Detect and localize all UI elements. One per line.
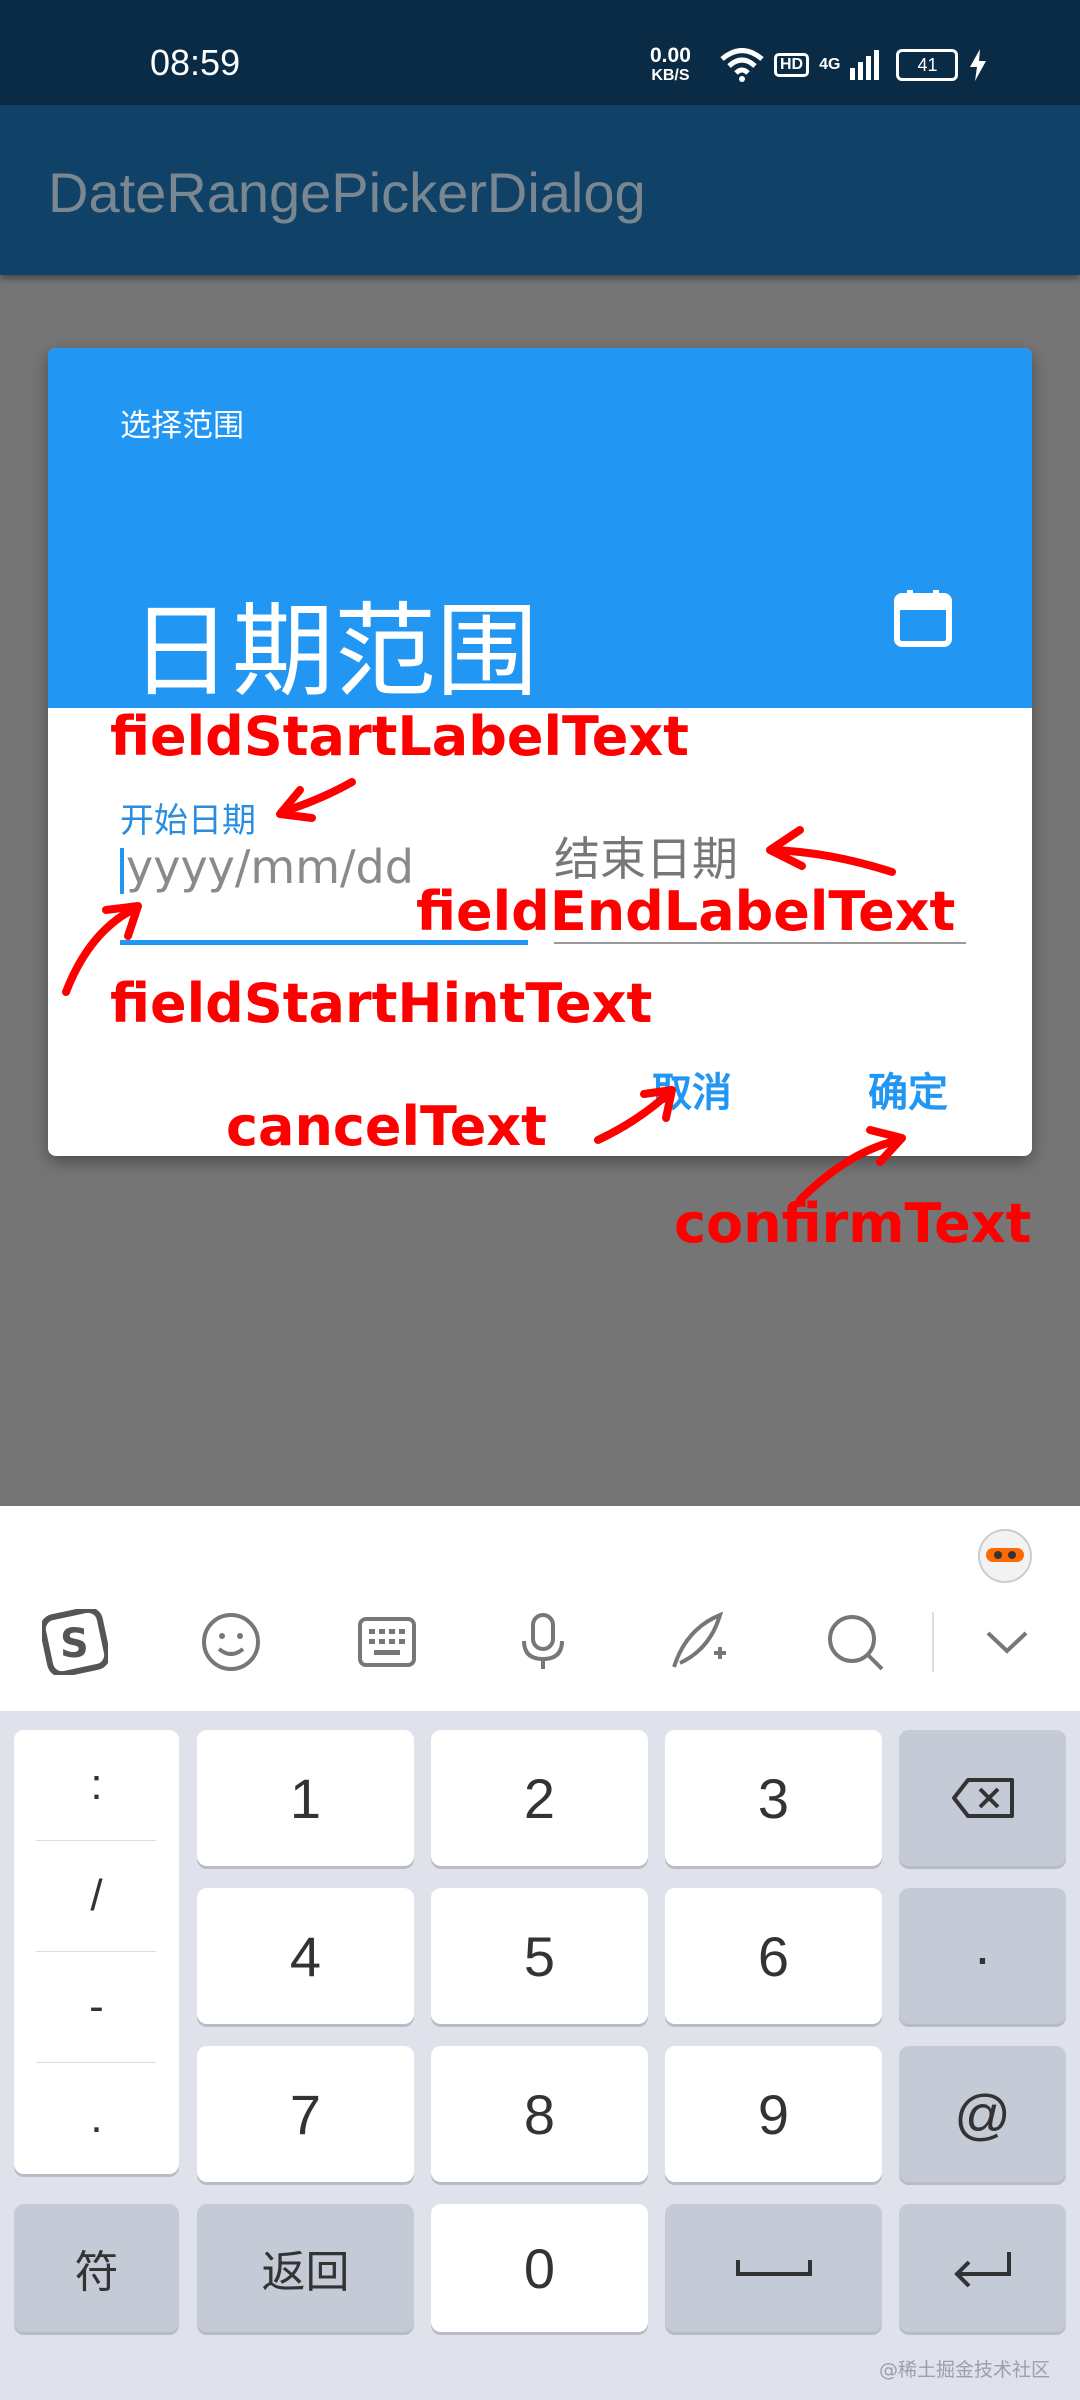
help-text: 选择范围 <box>120 408 244 444</box>
key-2[interactable]: 2 <box>431 1730 648 1866</box>
hd-icon: HD <box>774 53 810 77</box>
start-date-hint: yyyy/mm/dd <box>126 840 414 894</box>
symbols-key[interactable]: 符 <box>14 2204 179 2332</box>
key-9[interactable]: 9 <box>665 2046 882 2182</box>
symbol-key-dot[interactable]: . <box>14 2063 179 2173</box>
signal-icon <box>850 50 880 80</box>
annotation-confirm: confirmText <box>674 1192 1032 1255</box>
search-icon[interactable] <box>822 1609 888 1675</box>
annotation-cancel: cancelText <box>226 1095 547 1158</box>
battery-icon: 41 <box>896 49 959 81</box>
status-icons: HD 4G 41 <box>720 48 988 82</box>
soft-keyboard: S : / - . 1 2 3 4 5 6 · 7 8 9 @ 符 返回 0 @… <box>0 1506 1080 2400</box>
range-text: 日期范围 <box>130 593 538 712</box>
key-4[interactable]: 4 <box>197 1888 414 2024</box>
space-key[interactable] <box>665 2204 882 2332</box>
net-speed-unit: KB/S <box>651 67 690 84</box>
enter-key[interactable] <box>899 2204 1066 2332</box>
emoji-icon[interactable] <box>198 1609 264 1675</box>
symbol-key-colon[interactable]: : <box>14 1730 179 1840</box>
dialog-header: 选择范围 日期范围 <box>48 348 1032 712</box>
status-time: 08:59 <box>150 42 241 83</box>
symbol-key-slash[interactable]: / <box>14 1841 179 1951</box>
annotation-field-end-label: fieldEndLabelText <box>416 880 956 943</box>
status-bar: 08:59 0.00 KB/S HD 4G 41 <box>0 0 1080 105</box>
key-5[interactable]: 5 <box>431 1888 648 2024</box>
cancel-button[interactable]: 取消 <box>652 1060 732 1118</box>
text-caret <box>120 848 124 894</box>
handwriting-icon[interactable] <box>666 1609 732 1675</box>
microphone-icon[interactable] <box>510 1609 576 1675</box>
annotation-field-start-hint: fieldStartHintText <box>110 972 653 1035</box>
key-3[interactable]: 3 <box>665 1730 882 1866</box>
net-speed-value: 0.00 <box>650 44 691 67</box>
mascot-icon[interactable] <box>972 1520 1038 1586</box>
watermark: @稀土掘金技术社区 <box>878 2359 1050 2381</box>
back-key[interactable]: 返回 <box>197 2204 414 2332</box>
space-icon <box>735 2260 812 2276</box>
network-type: 4G <box>819 56 841 73</box>
calendar-icon[interactable] <box>893 588 953 648</box>
key-at[interactable]: @ <box>899 2046 1066 2182</box>
key-middle-dot[interactable]: · <box>899 1888 1066 2024</box>
key-6[interactable]: 6 <box>665 1888 882 2024</box>
charging-icon <box>970 49 987 81</box>
backspace-key[interactable] <box>899 1730 1066 1866</box>
backspace-icon <box>951 1778 1014 1818</box>
enter-icon <box>953 2252 1011 2288</box>
key-8[interactable]: 8 <box>431 2046 648 2182</box>
app-bar: DateRangePickerDialog <box>0 105 1080 275</box>
keyboard-layout-icon[interactable] <box>354 1609 420 1675</box>
chevron-down-icon[interactable] <box>974 1609 1040 1675</box>
confirm-button[interactable]: 确定 <box>868 1060 948 1118</box>
start-date-label: 开始日期 <box>120 801 256 841</box>
wifi-icon <box>720 48 764 82</box>
toolbar-divider <box>932 1612 934 1672</box>
key-0[interactable]: 0 <box>431 2204 648 2332</box>
svg-text:S: S <box>60 1621 89 1667</box>
keyboard-toolbar: S <box>0 1506 1080 1711</box>
key-7[interactable]: 7 <box>197 2046 414 2182</box>
app-title: DateRangePickerDialog <box>48 161 646 224</box>
key-1[interactable]: 1 <box>197 1730 414 1866</box>
symbol-key-dash[interactable]: - <box>14 1952 179 2062</box>
symbol-column: : / - . <box>14 1730 179 2174</box>
annotation-field-start-label: fieldStartLabelText <box>110 705 689 768</box>
sogou-logo-icon[interactable]: S <box>42 1609 108 1675</box>
net-speed: 0.00 KB/S <box>650 44 691 86</box>
